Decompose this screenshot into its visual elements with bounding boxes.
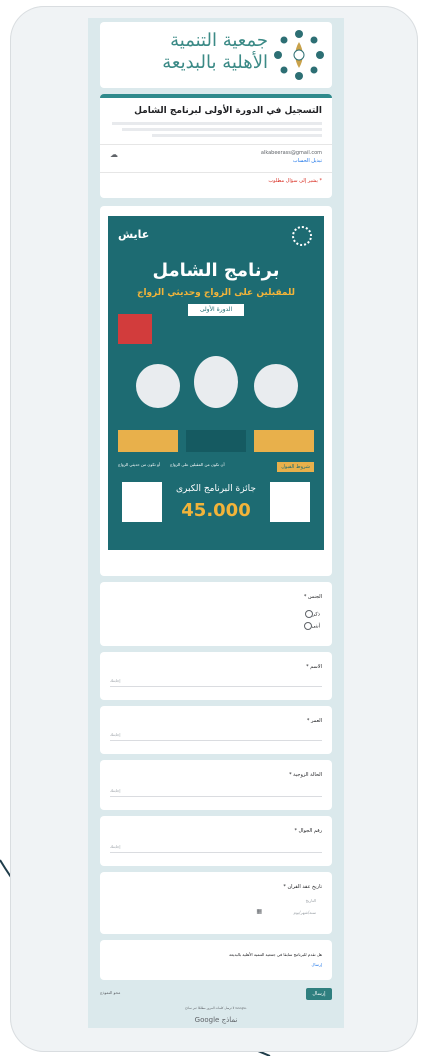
poster-card: عايش برنامج الشامل للمقبلين على الزواج و… [100, 206, 332, 576]
question-title: تاريخ عقد القران * [283, 884, 322, 890]
org-name-line2: الأهلية بالبديعة [162, 52, 268, 73]
question-marital-status: الحالة الزوجية * إجابتك [100, 760, 332, 810]
org-logo-text: جمعية التنمية الأهلية بالبديعة [162, 30, 268, 74]
input-underline [110, 852, 322, 853]
switch-account-link[interactable]: تبديل الحساب [293, 158, 322, 164]
date-input[interactable]: سنة/شهر/يوم [294, 910, 316, 915]
poster-brand: عايش [118, 228, 150, 241]
submit-button[interactable]: إرسال [306, 988, 332, 1000]
google-forms-logo: Google نماذج [194, 1016, 238, 1024]
prize-value: 45.000 [181, 500, 251, 521]
answer-input[interactable]: إجابتك [110, 844, 121, 849]
question-title: الاسم * [306, 664, 322, 670]
org-name-line1: جمعية التنمية [170, 30, 268, 51]
divider [100, 172, 332, 173]
question-title: العمر * [306, 718, 322, 724]
consent-card: هل تقدم للبرنامج سابقا في جمعية التنمية … [100, 940, 332, 980]
speaker-photo [194, 356, 238, 408]
poster-info-box [254, 430, 314, 452]
calendar-icon[interactable]: ▦ [256, 908, 262, 915]
speaker-photo [254, 364, 298, 408]
speaker-photo [136, 364, 180, 408]
google-form: جمعية التنمية الأهلية بالبديعة التسجيل ف… [88, 18, 344, 1028]
prize-label: جائزة البرنامج الكبرى [176, 484, 256, 494]
consent-link[interactable]: إرسال [311, 962, 322, 967]
answer-input[interactable]: إجابتك [110, 678, 121, 683]
account-email: alkabeerass@gmail.com [260, 150, 322, 156]
condition-item: أو تكون من حديثي الزواج [118, 462, 161, 467]
qr-code-icon [122, 482, 162, 522]
form-banner: جمعية التنمية الأهلية بالبديعة [100, 22, 332, 88]
radio-circle-icon[interactable] [304, 610, 313, 618]
poster-headline: برنامج الشامل [152, 260, 280, 281]
org-logo-icon [274, 30, 324, 80]
description-line [152, 134, 322, 137]
program-poster: عايش برنامج الشامل للمقبلين على الزواج و… [108, 216, 324, 550]
poster-ribbon [118, 314, 152, 344]
cloud-icon: ☁ [110, 150, 118, 159]
poster-logo-icon [292, 226, 312, 246]
input-underline [110, 686, 322, 687]
radio-option-female[interactable]: أنثى [301, 622, 320, 630]
clear-form-link[interactable]: محو النموذج [100, 990, 120, 995]
poster-subheadline: للمقبلين على الزواج وحديثي الزواج [136, 288, 296, 298]
description-line [112, 122, 322, 125]
question-title: الحالة الزوجية * [289, 772, 322, 778]
question-title: رقم الجوال * [294, 828, 322, 834]
divider [100, 144, 332, 145]
question-contract-date: تاريخ عقد القران * التاريخ سنة/شهر/يوم ▦ [100, 872, 332, 934]
question-gender: الجنس * ذكر أنثى [100, 582, 332, 646]
date-label: التاريخ [305, 898, 316, 903]
poster-course-badge: الدورة الأولى [188, 304, 244, 316]
question-name: الاسم * إجابتك [100, 652, 332, 700]
radio-circle-icon[interactable] [303, 622, 312, 630]
poster-info-box [186, 430, 246, 452]
answer-input[interactable]: إجابتك [110, 732, 121, 737]
description-line [122, 128, 322, 131]
input-underline [110, 796, 322, 797]
option-label: ذكر [312, 611, 320, 618]
poster-info-box [118, 430, 178, 452]
option-label: أنثى [311, 623, 320, 630]
form-header: التسجيل في الدورة الأولى لبرنامج الشامل … [100, 94, 332, 198]
required-note: * يشير إلى سؤال مطلوب [268, 178, 322, 184]
question-title: الجنس * [303, 594, 322, 600]
consent-text: هل تقدم للبرنامج سابقا في جمعية التنمية … [229, 952, 322, 957]
condition-item: أن تكون من المقبلين على الزواج [170, 462, 225, 467]
conditions-title: شروط القبول [277, 462, 314, 472]
radio-option-male[interactable]: ذكر [302, 610, 320, 618]
question-mobile: رقم الجوال * إجابتك [100, 816, 332, 866]
input-underline [110, 740, 322, 741]
answer-input[interactable]: إجابتك [110, 788, 121, 793]
footer-note: لا ترسل كلمات المرور مطلقًا عبر نماذج Go… [185, 1006, 247, 1010]
qr-code-icon [270, 482, 310, 522]
question-age: العمر * إجابتك [100, 706, 332, 754]
form-title: التسجيل في الدورة الأولى لبرنامج الشامل [134, 106, 322, 116]
